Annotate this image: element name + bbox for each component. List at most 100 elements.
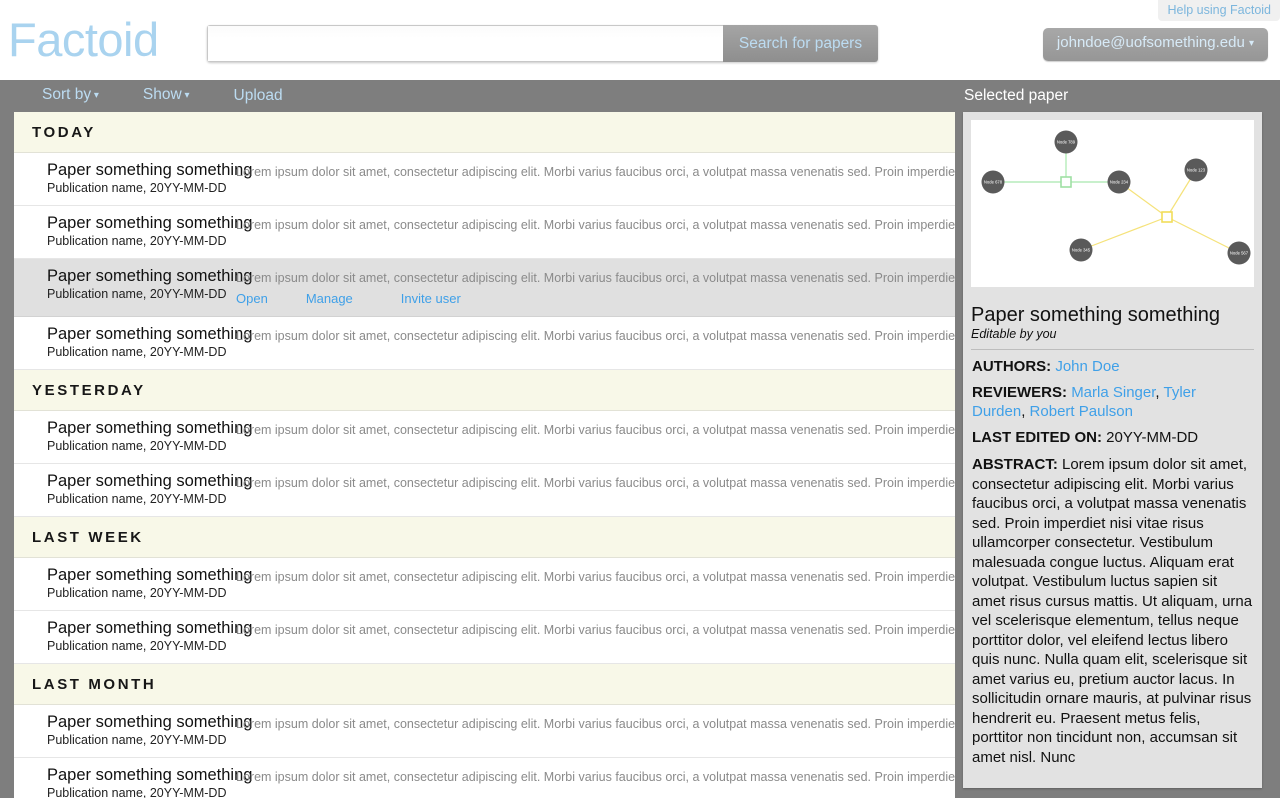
paper-row[interactable]: Paper something something Publication nam… [14, 153, 955, 206]
paper-row[interactable]: Paper something something Publication nam… [14, 317, 955, 370]
action-manage[interactable]: Manage [306, 290, 353, 307]
paper-row-publication: Publication name, 20YY-MM-DD [47, 786, 227, 798]
search-bar: Search for papers [207, 25, 878, 62]
last-edited-value: 20YY-MM-DD [1106, 429, 1199, 446]
list-toolbar: Sort by ▾ Show ▾ Upload [0, 80, 955, 112]
chevron-down-icon: ▾ [91, 90, 99, 101]
section-header: TODAY [14, 112, 955, 153]
paper-row-excerpt: Lorem ipsum dolor sit amet, consectetur … [236, 329, 955, 343]
paper-row-excerpt: Lorem ipsum dolor sit amet, consectetur … [236, 165, 955, 179]
paper-list-column: Sort by ▾ Show ▾ Upload TODAY Paper somethi… [0, 80, 955, 798]
action-open[interactable]: Open [236, 290, 268, 307]
selected-paper-title: Paper something something [971, 304, 1221, 326]
paper-row-body: Lorem ipsum dolor sit amet, consectetur … [236, 419, 955, 439]
selected-paper-column: Selected paper Node 789 Node 678 Node 234 N… [955, 80, 1280, 798]
paper-row-publication: Publication name, 20YY-MM-DD [47, 345, 227, 359]
section-header: YESTERDAY [14, 370, 955, 411]
paper-row-title: Paper something something [47, 161, 253, 179]
reviewer-link[interactable]: Marla Singer [1071, 384, 1155, 401]
paper-row-main: Paper something something Publication nam… [14, 472, 253, 507]
paper-row[interactable]: Paper something something Publication nam… [14, 558, 955, 611]
authors-label: AUTHORS: [972, 358, 1052, 375]
paper-row-body: Lorem ipsum dolor sit amet, consectetur … [236, 472, 955, 492]
reviewer-link[interactable]: Robert Paulson [1030, 403, 1133, 420]
paper-row-title: Paper something something [47, 472, 253, 490]
graph-hub-node[interactable] [1060, 176, 1072, 188]
paper-row-actions: Open Manage Invite user [236, 287, 955, 307]
app-header: Help using Factoid Factoid Search for pa… [0, 0, 1280, 80]
paper-row-body: Lorem ipsum dolor sit amet, consectetur … [236, 619, 955, 639]
section-header: LAST MONTH [14, 664, 955, 705]
paper-row-title: Paper something something [47, 325, 253, 343]
graph-edge [1166, 216, 1240, 254]
user-menu-button[interactable]: johndoe@uofsomething.edu ▾ [1042, 28, 1268, 61]
graph-node-label: Node 678 [984, 180, 1003, 185]
paper-row-main: Paper something something Publication nam… [14, 766, 253, 798]
graph-node-label: Node 234 [1110, 180, 1129, 185]
paper-row-excerpt: Lorem ipsum dolor sit amet, consectetur … [236, 770, 955, 784]
paper-row-excerpt: Lorem ipsum dolor sit amet, consectetur … [236, 271, 955, 285]
paper-row-title: Paper something something [47, 619, 253, 637]
chevron-down-icon: ▾ [181, 90, 190, 101]
sidebar-header: Selected paper [964, 87, 1069, 104]
help-link[interactable]: Help using Factoid [1158, 0, 1280, 21]
author-link[interactable]: John Doe [1055, 358, 1119, 375]
toolbar-item-upload[interactable]: Upload [234, 87, 283, 105]
paper-row-body: Lorem ipsum dolor sit amet, consectetur … [236, 325, 955, 345]
paper-row-publication: Publication name, 20YY-MM-DD [47, 586, 227, 600]
abstract-block: ABSTRACT: Lorem ipsum dolor sit amet, co… [963, 447, 1262, 767]
paper-row-body: Lorem ipsum dolor sit amet, consectetur … [236, 713, 955, 733]
paper-graph-preview[interactable]: Node 789 Node 678 Node 234 Node 123 Node 345… [971, 120, 1254, 287]
paper-list[interactable]: TODAY Paper something something Publicatio… [14, 112, 955, 798]
toolbar-item-sort-by[interactable]: Sort by ▾ [42, 86, 99, 106]
graph-node-label: Node 123 [1187, 168, 1206, 173]
reviewers-label: REVIEWERS: [972, 384, 1068, 401]
paper-row-publication: Publication name, 20YY-MM-DD [47, 492, 227, 506]
toolbar-item-label: Show [142, 86, 182, 103]
graph-node-label: Node 789 [1057, 140, 1076, 145]
paper-row-body: Lorem ipsum dolor sit amet, consectetur … [236, 214, 955, 234]
paper-row-excerpt: Lorem ipsum dolor sit amet, consectetur … [236, 476, 955, 490]
last-edited-label: LAST EDITED ON: [972, 429, 1102, 446]
paper-row-body: Lorem ipsum dolor sit amet, consectetur … [236, 566, 955, 586]
paper-row-publication: Publication name, 20YY-MM-DD [47, 234, 227, 248]
paper-row-excerpt: Lorem ipsum dolor sit amet, consectetur … [236, 717, 955, 731]
paper-row-main: Paper something something Publication nam… [14, 619, 253, 654]
paper-row-title: Paper something something [47, 766, 253, 784]
graph-node-label: Node 567 [1230, 251, 1249, 256]
paper-row-excerpt: Lorem ipsum dolor sit amet, consectetur … [236, 570, 955, 584]
paper-row-excerpt: Lorem ipsum dolor sit amet, consectetur … [236, 423, 955, 437]
graph-hub-node[interactable] [1161, 211, 1173, 223]
paper-row-title: Paper something something [47, 214, 253, 232]
paper-row[interactable]: Paper something something Publication nam… [14, 758, 955, 798]
paper-row-title: Paper something something [47, 713, 253, 731]
paper-row[interactable]: Paper something something Publication nam… [14, 611, 955, 664]
section-header: LAST WEEK [14, 517, 955, 558]
paper-row[interactable]: Paper something something Publication nam… [14, 464, 955, 517]
paper-row-title: Paper something something [47, 419, 253, 437]
paper-row-title: Paper something something [47, 267, 253, 285]
paper-row-excerpt: Lorem ipsum dolor sit amet, consectetur … [236, 623, 955, 637]
abstract-text: Lorem ipsum dolor sit amet, consectetur … [972, 456, 1253, 766]
paper-row-main: Paper something something Publication nam… [14, 325, 253, 360]
last-edited-row: LAST EDITED ON: 20YY-MM-DD [963, 421, 1262, 447]
paper-row[interactable]: Paper something something Publication nam… [14, 206, 955, 259]
paper-row-selected[interactable]: Paper something something Publication nam… [14, 259, 955, 317]
authors-row: AUTHORS: John Doe [963, 350, 1262, 376]
action-invite-user[interactable]: Invite user [401, 290, 461, 307]
toolbar-item-label: Sort by [42, 86, 92, 103]
paper-row-body: Lorem ipsum dolor sit amet, consectetur … [236, 267, 955, 307]
toolbar-item-show[interactable]: Show ▾ [143, 86, 190, 106]
app-logo[interactable]: Factoid [8, 14, 159, 66]
paper-row[interactable]: Paper something something Publication nam… [14, 705, 955, 758]
selected-paper-panel: Node 789 Node 678 Node 234 Node 123 Node 345… [963, 112, 1262, 788]
paper-row[interactable]: Paper something something Publication nam… [14, 411, 955, 464]
paper-row-main: Paper something something Publication nam… [14, 713, 253, 748]
paper-row-main: Paper something something Publication nam… [14, 566, 252, 601]
graph-node-label: Node 345 [1072, 248, 1091, 253]
graph-edges [993, 142, 1240, 254]
app-shell: Sort by ▾ Show ▾ Upload TODAY Paper somethi… [0, 80, 1280, 798]
search-input[interactable] [207, 25, 723, 62]
paper-row-publication: Publication name, 20YY-MM-DD [47, 639, 227, 653]
search-button[interactable]: Search for papers [723, 25, 878, 62]
